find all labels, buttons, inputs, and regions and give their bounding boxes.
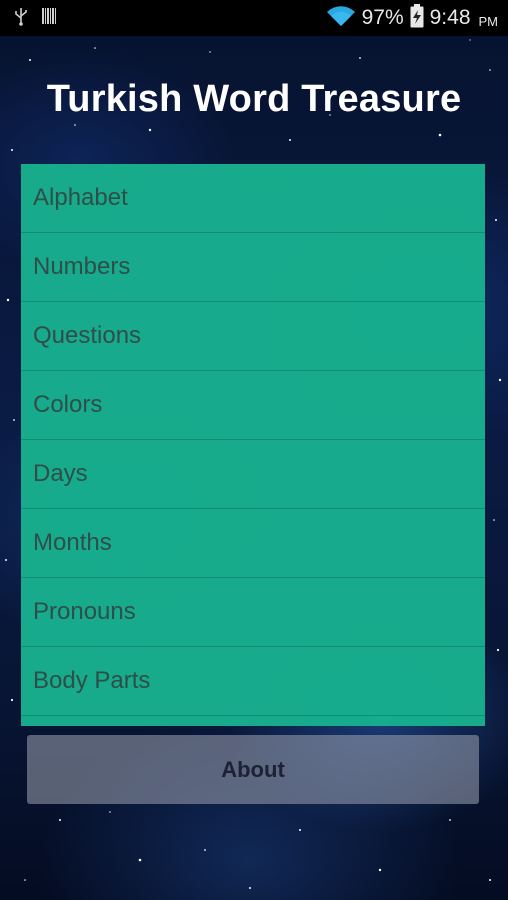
- list-item-label: Body Parts: [33, 667, 151, 694]
- battery-percent: 97%: [361, 6, 404, 29]
- list-item-pronouns[interactable]: Pronouns: [21, 578, 485, 647]
- clock-time: 9:48: [429, 6, 471, 29]
- list-item-label: Months: [33, 529, 112, 556]
- about-button[interactable]: About: [27, 735, 479, 804]
- list-item-numbers[interactable]: Numbers: [21, 233, 485, 302]
- list-item-label: Colors: [33, 391, 103, 418]
- list-item-label: Questions: [33, 322, 142, 349]
- app-title: Turkish Word Treasure: [46, 78, 462, 120]
- list-item-months[interactable]: Months: [21, 509, 485, 578]
- wifi-icon: [326, 5, 356, 32]
- clock-ampm: PM: [478, 13, 499, 29]
- list-item-label: Numbers: [33, 253, 131, 280]
- usb-icon: [14, 6, 28, 31]
- list-item-days[interactable]: Days: [21, 440, 485, 509]
- list-item-colors[interactable]: Colors: [21, 371, 485, 440]
- list-item-label: Alphabet: [33, 184, 128, 211]
- list-item-body-parts[interactable]: Body Parts: [21, 647, 485, 716]
- category-list[interactable]: Alphabet Numbers Questions Colors Days M…: [21, 164, 485, 726]
- about-button-label: About: [221, 756, 285, 782]
- list-item-questions[interactable]: Questions: [21, 302, 485, 371]
- list-item-label: Days: [33, 460, 88, 487]
- battery-charging-icon: [410, 3, 424, 33]
- list-item-alphabet[interactable]: Alphabet: [21, 164, 485, 233]
- list-item-label: Pronouns: [33, 598, 136, 625]
- barcode-icon: [42, 7, 56, 30]
- status-bar: 97% 9:48 PM: [0, 0, 508, 36]
